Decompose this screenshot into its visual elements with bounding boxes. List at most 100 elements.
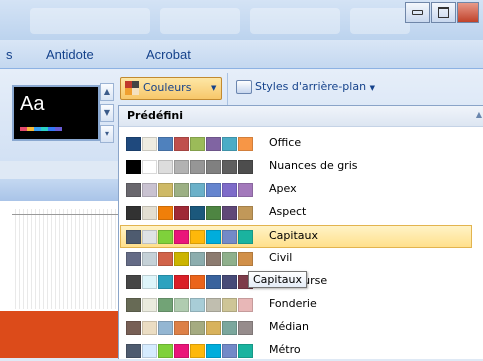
color-scheme-item[interactable]: Apex bbox=[121, 179, 471, 200]
color-swatch bbox=[174, 183, 189, 197]
palette-icon bbox=[125, 81, 139, 95]
color-scheme-label: Fonderie bbox=[269, 297, 317, 310]
color-scheme-label: Médian bbox=[269, 320, 310, 333]
tab-acrobat[interactable]: Acrobat bbox=[146, 47, 191, 62]
color-swatch bbox=[158, 321, 173, 335]
swatch-strip bbox=[126, 183, 254, 197]
theme-color-bar bbox=[20, 127, 62, 131]
color-swatch bbox=[206, 206, 221, 220]
color-scheme-label: Civil bbox=[269, 251, 293, 264]
scroll-up-icon[interactable]: ▲ bbox=[476, 110, 482, 119]
color-scheme-item[interactable]: Aspect bbox=[121, 202, 471, 223]
color-swatch bbox=[126, 344, 141, 358]
tab-partial[interactable]: s bbox=[6, 47, 13, 62]
swatch-strip bbox=[126, 252, 254, 266]
slide-accent-band bbox=[0, 311, 118, 358]
color-swatch bbox=[206, 252, 221, 266]
maximize-icon bbox=[438, 7, 449, 18]
theme-thumbnail[interactable]: Aa bbox=[12, 85, 100, 141]
color-swatch bbox=[126, 321, 141, 335]
color-swatch bbox=[206, 137, 221, 151]
color-swatch bbox=[142, 298, 157, 312]
color-swatch bbox=[222, 160, 237, 174]
color-swatch bbox=[190, 344, 205, 358]
color-swatch bbox=[126, 160, 141, 174]
slide-pattern bbox=[12, 209, 118, 309]
theme-thumbnail-text: Aa bbox=[20, 93, 45, 115]
color-swatch bbox=[238, 160, 253, 174]
color-swatch bbox=[142, 230, 157, 244]
couleurs-dropdown: Prédéfini ▲ Office Nuances de gris Apex Asp… bbox=[118, 105, 483, 359]
color-swatch bbox=[126, 183, 141, 197]
color-swatch bbox=[158, 183, 173, 197]
color-swatch bbox=[222, 298, 237, 312]
color-scheme-item[interactable]: Civil bbox=[121, 248, 471, 269]
color-swatch bbox=[126, 137, 141, 151]
color-swatch bbox=[174, 137, 189, 151]
slide-divider bbox=[12, 214, 118, 215]
color-swatch bbox=[126, 275, 141, 289]
title-bar bbox=[0, 0, 483, 40]
tooltip: Capitaux bbox=[248, 271, 307, 288]
color-swatch bbox=[158, 298, 173, 312]
color-swatch bbox=[190, 206, 205, 220]
theme-color-swatch bbox=[20, 127, 27, 131]
ribbon-tab-bar: s Antidote Acrobat bbox=[0, 40, 483, 69]
chevron-down-icon: ▼ bbox=[211, 84, 217, 92]
color-swatch bbox=[158, 275, 173, 289]
color-scheme-item[interactable]: Office bbox=[121, 133, 471, 154]
swatch-strip bbox=[126, 137, 254, 151]
color-swatch bbox=[190, 298, 205, 312]
color-swatch bbox=[190, 137, 205, 151]
chevron-down-icon: ▼ bbox=[369, 84, 375, 92]
color-swatch bbox=[206, 298, 221, 312]
color-swatch bbox=[174, 344, 189, 358]
color-scheme-item[interactable]: Fonderie bbox=[121, 294, 471, 315]
titlebar-tab-blurred bbox=[160, 8, 240, 34]
color-swatch bbox=[174, 321, 189, 335]
color-scheme-item[interactable]: Capitaux bbox=[120, 225, 472, 248]
color-swatch bbox=[142, 137, 157, 151]
maximize-button[interactable] bbox=[431, 2, 456, 23]
gallery-more[interactable]: ▾ bbox=[100, 125, 114, 143]
color-swatch bbox=[190, 321, 205, 335]
color-swatch bbox=[190, 275, 205, 289]
color-swatch bbox=[238, 344, 253, 358]
color-swatch bbox=[158, 160, 173, 174]
titlebar-tab-blurred bbox=[250, 8, 340, 34]
color-scheme-item[interactable]: Médian bbox=[121, 317, 471, 338]
swatch-strip bbox=[126, 275, 254, 289]
color-swatch bbox=[142, 275, 157, 289]
minimize-button[interactable] bbox=[405, 2, 430, 23]
color-swatch bbox=[238, 252, 253, 266]
color-scheme-label: Capitaux bbox=[269, 229, 318, 242]
color-scheme-label: Aspect bbox=[269, 205, 307, 218]
color-swatch bbox=[206, 275, 221, 289]
dropdown-header: Prédéfini bbox=[119, 106, 483, 127]
color-swatch bbox=[206, 344, 221, 358]
theme-color-swatch bbox=[55, 127, 62, 131]
ribbon-footer bbox=[0, 179, 118, 201]
color-swatch bbox=[142, 344, 157, 358]
color-scheme-label: Nuances de gris bbox=[269, 159, 358, 172]
background-styles-icon bbox=[236, 80, 252, 94]
color-swatch bbox=[238, 137, 253, 151]
close-button[interactable] bbox=[457, 2, 479, 23]
swatch-strip bbox=[126, 344, 254, 358]
styles-arriere-plan-button[interactable]: Styles d'arrière-plan ▼ bbox=[236, 80, 375, 94]
tab-antidote[interactable]: Antidote bbox=[46, 47, 94, 62]
color-swatch bbox=[174, 160, 189, 174]
gallery-scroll-up[interactable]: ▲ bbox=[100, 83, 114, 101]
couleurs-button[interactable]: Couleurs ▼ bbox=[120, 77, 222, 100]
theme-color-swatch bbox=[34, 127, 41, 131]
color-swatch bbox=[190, 183, 205, 197]
swatch-strip bbox=[126, 298, 254, 312]
minimize-icon bbox=[412, 10, 423, 15]
styles-label: Styles d'arrière-plan bbox=[255, 80, 367, 93]
titlebar-tab-blurred bbox=[30, 8, 150, 34]
gallery-scroll-down[interactable]: ▼ bbox=[100, 104, 114, 122]
color-swatch bbox=[142, 206, 157, 220]
color-swatch bbox=[222, 206, 237, 220]
theme-color-swatch bbox=[41, 127, 48, 131]
color-scheme-item[interactable]: Nuances de gris bbox=[121, 156, 471, 177]
